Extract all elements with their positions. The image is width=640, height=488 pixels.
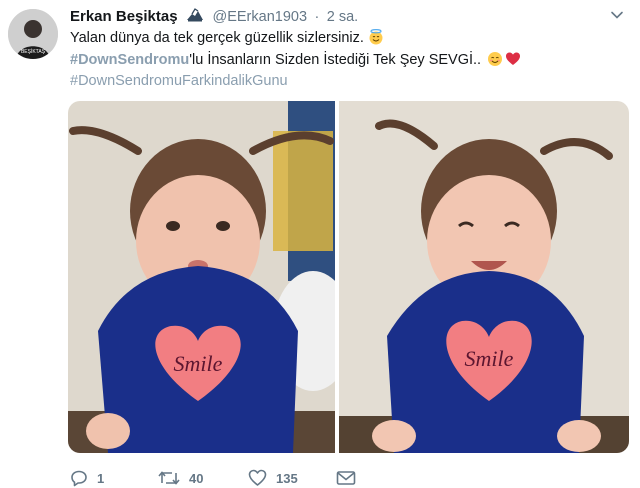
tweet-time[interactable]: 2 sa. [327,9,358,25]
avatar[interactable]: BEŞİKTAŞ [8,9,58,59]
tweet-header: Erkan Beşiktaş @EErkan1903 · 2 sa. [70,8,620,30]
retweet-count: 40 [189,470,204,486]
hashtag-down-sendromu-farkindalik-gunu[interactable]: #DownSendromuFarkindalikGunu [70,73,288,89]
direct-message-button[interactable] [336,468,356,488]
avatar-text: BEŞİKTAŞ [21,48,46,55]
like-count: 135 [276,470,298,486]
reply-icon [71,470,87,487]
tweet-photo-left[interactable]: Smile [68,101,335,453]
user-handle[interactable]: @EErkan1903 [212,9,307,25]
red-heart-icon [506,52,521,65]
chevron-down-icon[interactable] [610,8,624,22]
hashtag-down-sendromu[interactable]: #DownSendromu [70,52,189,68]
separator-dot: · [314,9,320,25]
tweet-text-line-2: #DownSendromu'lu İnsanların Sizden İsted… [70,51,521,68]
like-button[interactable]: 135 [248,468,298,488]
retweet-icon [158,471,180,485]
display-name[interactable]: Erkan Beşiktaş [70,8,178,25]
reply-button[interactable]: 1 [70,468,104,488]
tweet-text-line-1: Yalan dünya da tek gerçek güzellik sizle… [70,29,384,46]
heart-icon [248,469,267,486]
shirt-text: Smile [174,351,223,376]
reply-count: 1 [97,470,105,486]
envelope-icon [336,471,356,485]
smiling-face-with-halo-icon [369,29,383,45]
tweet-text-line-3: #DownSendromuFarkindalikGunu [70,73,288,89]
shirt-text: Smile [465,346,514,371]
eagle-badge-icon [187,8,204,22]
tweet-text: Yalan dünya da tek gerçek güzellik sizle… [70,30,364,46]
retweet-button[interactable]: 40 [158,468,203,488]
tweet-photo-right[interactable]: Smile [339,101,629,453]
smiling-face-icon [488,52,503,66]
tweet-media: Smile Smile [68,101,629,453]
tweet-text: 'lu İnsanların Sizden İstediği Tek Şey S… [189,52,482,68]
